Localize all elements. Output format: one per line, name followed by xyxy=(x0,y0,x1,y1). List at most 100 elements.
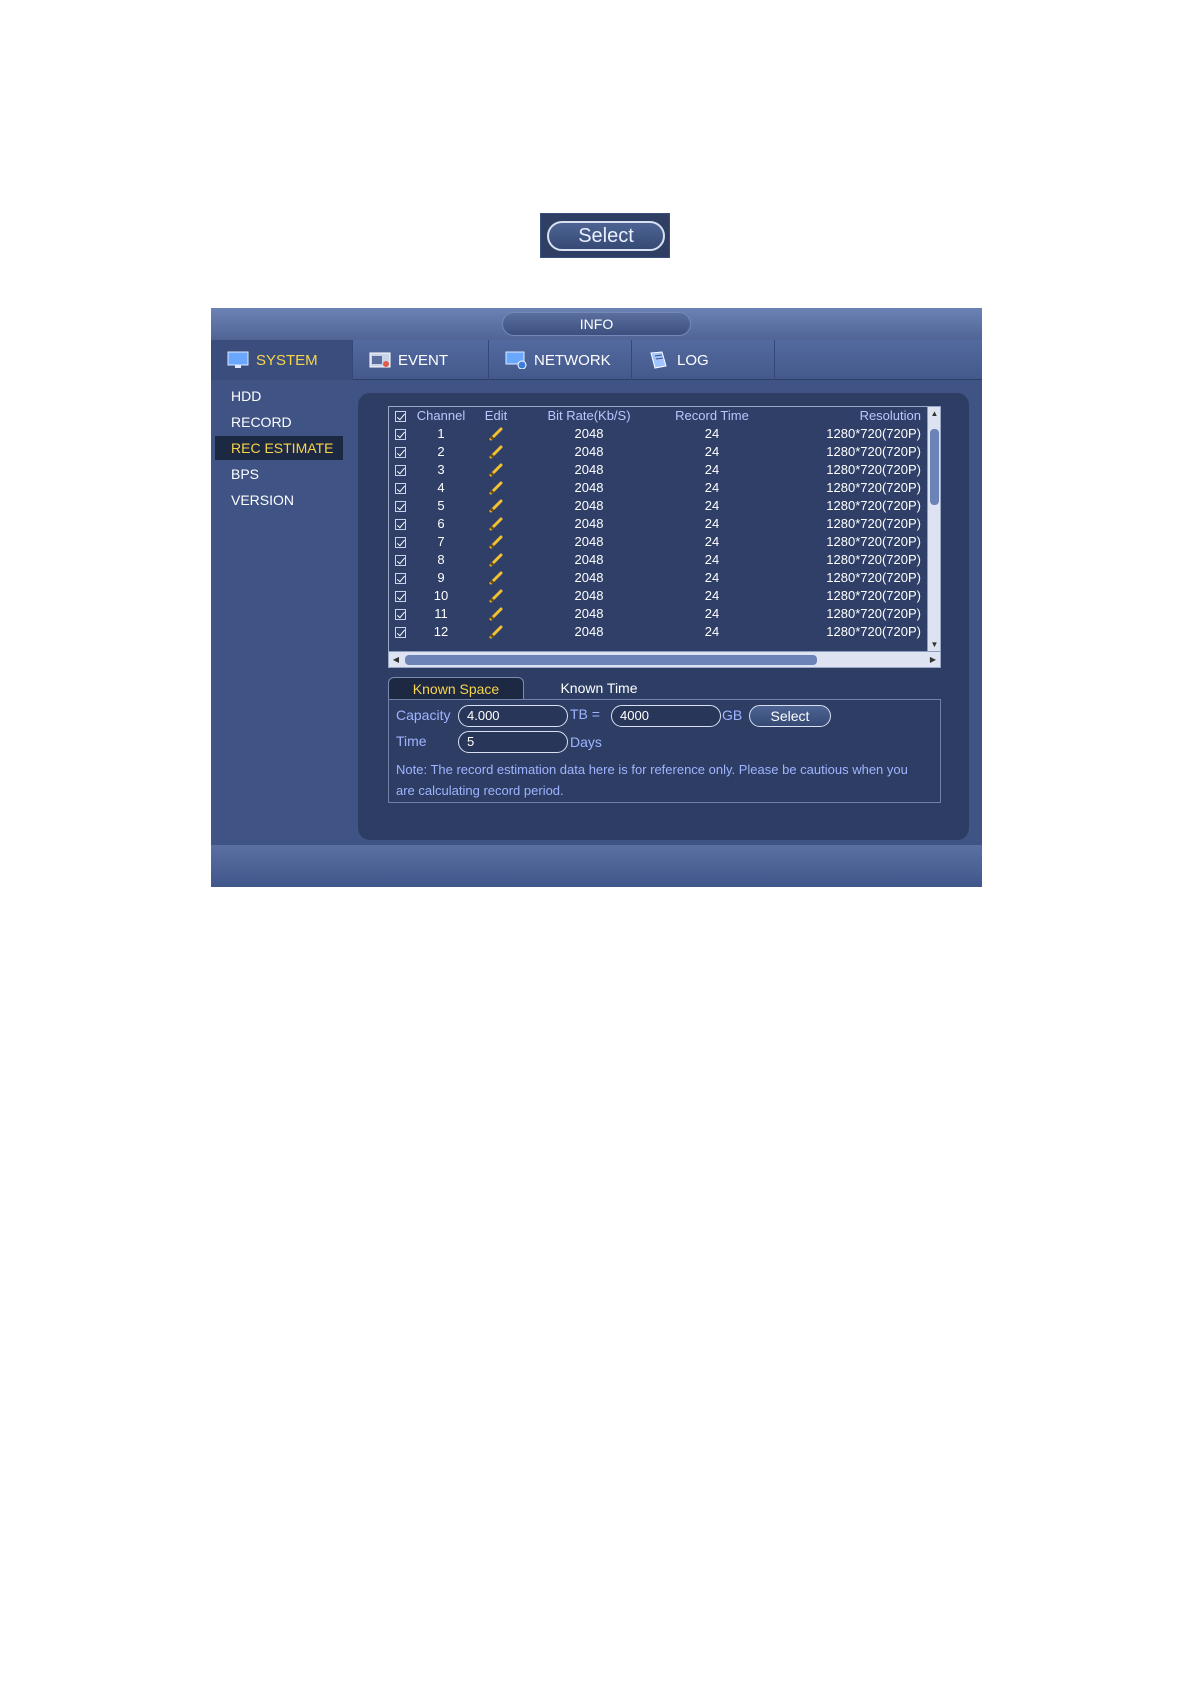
select-button-illustration: Select xyxy=(540,213,670,258)
cell-channel: 11 xyxy=(434,606,448,621)
cell-channel: 3 xyxy=(437,462,445,477)
scroll-left-icon[interactable]: ◀ xyxy=(389,652,403,667)
select-button[interactable]: Select xyxy=(749,705,831,727)
edit-pencil-icon[interactable] xyxy=(481,569,511,588)
sidebar-item-record[interactable]: RECORD xyxy=(215,410,343,434)
tab-network[interactable]: NETWORK xyxy=(489,340,632,380)
cell-bitrate: 2048 xyxy=(574,588,604,603)
edit-pencil-icon[interactable] xyxy=(481,443,511,462)
cell-channel: 8 xyxy=(437,552,445,567)
row-checkbox[interactable] xyxy=(393,533,407,551)
sidebar-item-version[interactable]: VERSION xyxy=(215,488,343,512)
cell-bitrate: 2048 xyxy=(574,444,604,459)
cell-bitrate: 2048 xyxy=(574,462,604,477)
cell-resolution: 1280*720(720P) xyxy=(826,516,921,531)
cell-resolution: 1280*720(720P) xyxy=(826,624,921,639)
cell-record-time: 24 xyxy=(704,552,720,567)
cell-bitrate: 2048 xyxy=(574,624,604,639)
estimate-tabs: Known Space Known Time xyxy=(388,677,941,699)
select-all-checkbox[interactable] xyxy=(393,407,407,425)
cell-resolution: 1280*720(720P) xyxy=(826,570,921,585)
vertical-scrollbar[interactable]: ▲ ▼ xyxy=(927,407,940,651)
edit-pencil-icon[interactable] xyxy=(481,587,511,606)
table-row: 11 2048 24 1280*720(720P) xyxy=(389,605,927,623)
sidebar-item-bps[interactable]: BPS xyxy=(215,462,343,486)
row-checkbox[interactable] xyxy=(393,461,407,479)
cell-record-time: 24 xyxy=(704,624,720,639)
cell-resolution: 1280*720(720P) xyxy=(826,462,921,477)
cell-record-time: 24 xyxy=(704,516,720,531)
cell-record-time: 24 xyxy=(704,462,720,477)
window-title: INFO xyxy=(502,312,691,336)
capacity-gb-field[interactable]: 4000 xyxy=(611,705,721,727)
scroll-down-icon[interactable]: ▼ xyxy=(928,638,940,651)
table-row: 8 2048 24 1280*720(720P) xyxy=(389,551,927,569)
capacity-label: Capacity xyxy=(396,707,451,723)
vertical-scroll-thumb[interactable] xyxy=(930,429,939,505)
table-row: 1 2048 24 1280*720(720P) xyxy=(389,425,927,443)
row-checkbox[interactable] xyxy=(393,587,407,605)
edit-pencil-icon[interactable] xyxy=(481,605,511,624)
reference-note: Note: The record estimation data here is… xyxy=(396,762,908,798)
header-edit: Edit xyxy=(484,408,508,423)
cell-bitrate: 2048 xyxy=(574,426,604,441)
row-checkbox[interactable] xyxy=(393,569,407,587)
scroll-right-icon[interactable]: ▶ xyxy=(926,652,940,667)
cell-record-time: 24 xyxy=(704,534,720,549)
tab-system[interactable]: SYSTEM xyxy=(211,340,353,380)
tab-log[interactable]: LOG xyxy=(632,340,775,380)
capacity-tb-field[interactable]: 4.000 xyxy=(458,705,568,727)
edit-pencil-icon[interactable] xyxy=(481,479,511,498)
cell-bitrate: 2048 xyxy=(574,480,604,495)
cell-channel: 7 xyxy=(437,534,445,549)
tab-event-label: EVENT xyxy=(398,351,449,369)
cell-record-time: 24 xyxy=(704,588,720,603)
sidebar-item-rec-estimate[interactable]: REC ESTIMATE xyxy=(215,436,343,460)
cell-resolution: 1280*720(720P) xyxy=(826,498,921,513)
row-checkbox[interactable] xyxy=(393,605,407,623)
edit-pencil-icon[interactable] xyxy=(481,533,511,552)
horizontal-scrollbar[interactable]: ◀ ▶ xyxy=(389,651,940,667)
edit-pencil-icon[interactable] xyxy=(481,515,511,534)
edit-pencil-icon[interactable] xyxy=(481,623,511,642)
rec-estimate-panel: Channel Edit Bit Rate(Kb/S) Record Time … xyxy=(358,393,969,840)
tab-known-space[interactable]: Known Space xyxy=(388,677,524,699)
main-tabs: SYSTEM EVENT NETWORK LOG xyxy=(211,340,982,380)
row-checkbox[interactable] xyxy=(393,515,407,533)
cell-bitrate: 2048 xyxy=(574,570,604,585)
edit-pencil-icon[interactable] xyxy=(481,497,511,516)
cell-channel: 9 xyxy=(437,570,445,585)
table-row: 5 2048 24 1280*720(720P) xyxy=(389,497,927,515)
scroll-up-icon[interactable]: ▲ xyxy=(928,407,940,420)
header-resolution: Resolution xyxy=(859,408,921,423)
sidebar-item-hdd[interactable]: HDD xyxy=(215,384,343,408)
edit-pencil-icon[interactable] xyxy=(481,425,511,444)
table-row: 4 2048 24 1280*720(720P) xyxy=(389,479,927,497)
cell-channel: 4 xyxy=(437,480,445,495)
row-checkbox[interactable] xyxy=(393,497,407,515)
select-button[interactable]: Select xyxy=(547,221,665,251)
row-checkbox[interactable] xyxy=(393,425,407,443)
header-channel: Channel xyxy=(416,408,466,423)
estimate-form: Capacity 4.000 TB = 4000 GB Select Time … xyxy=(388,699,941,803)
horizontal-scroll-thumb[interactable] xyxy=(405,655,817,665)
tab-event[interactable]: EVENT xyxy=(353,340,489,380)
cell-resolution: 1280*720(720P) xyxy=(826,426,921,441)
row-checkbox[interactable] xyxy=(393,479,407,497)
cell-bitrate: 2048 xyxy=(574,534,604,549)
cell-record-time: 24 xyxy=(704,570,720,585)
header-record-time: Record Time xyxy=(675,408,749,423)
time-days-field[interactable]: 5 xyxy=(458,731,568,753)
tab-known-time[interactable]: Known Time xyxy=(524,677,674,699)
row-checkbox[interactable] xyxy=(393,623,407,641)
cell-record-time: 24 xyxy=(704,498,720,513)
edit-pencil-icon[interactable] xyxy=(481,551,511,570)
row-checkbox[interactable] xyxy=(393,551,407,569)
log-book-icon xyxy=(650,351,667,369)
cell-channel: 5 xyxy=(437,498,445,513)
row-checkbox[interactable] xyxy=(393,443,407,461)
cell-resolution: 1280*720(720P) xyxy=(826,552,921,567)
info-window: INFO SYSTEM EVENT NETWORK LOG HDD RECORD… xyxy=(211,308,982,887)
cell-channel: 2 xyxy=(437,444,445,459)
edit-pencil-icon[interactable] xyxy=(481,461,511,480)
